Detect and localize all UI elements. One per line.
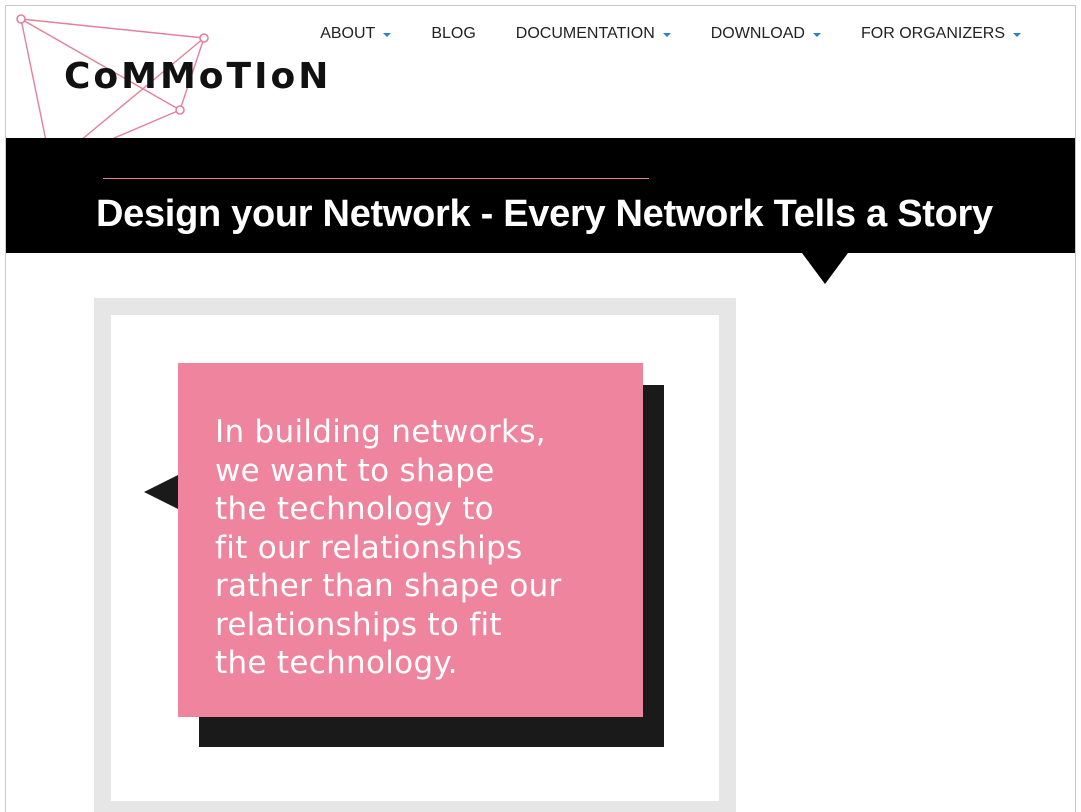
featured-image: In building networks, we want to shape t…	[111, 315, 719, 801]
page-title: Design your Network - Every Network Tell…	[96, 193, 993, 235]
nav-item-label: DOWNLOAD	[710, 25, 805, 42]
site-header: CoMMoTIoN ABOUT BLOG DOCUMENTATION DOWNL…	[6, 6, 1075, 170]
featured-image-frame: In building networks, we want to shape t…	[94, 298, 736, 812]
nav-item-download[interactable]: DOWNLOAD	[691, 25, 841, 43]
nav-item-for-organizers[interactable]: FOR ORGANIZERS	[841, 25, 1041, 43]
site-logo[interactable]: CoMMoTIoN	[64, 56, 331, 97]
caret-down-icon	[662, 33, 671, 37]
speech-bubble-tail	[144, 475, 178, 509]
caret-down-icon	[812, 33, 821, 37]
nav-item-about[interactable]: ABOUT	[300, 25, 411, 43]
nav-item-label: FOR ORGANIZERS	[860, 25, 1005, 42]
main-nav: ABOUT BLOG DOCUMENTATION DOWNLOAD FOR OR…	[300, 25, 1041, 43]
nav-item-label: ABOUT	[320, 25, 376, 42]
quote-box: In building networks, we want to shape t…	[178, 363, 643, 717]
caret-down-icon	[1013, 33, 1021, 37]
nav-item-label: DOCUMENTATION	[515, 25, 655, 42]
quote-text: In building networks, we want to shape t…	[215, 414, 562, 681]
nav-item-blog[interactable]: BLOG	[411, 25, 495, 43]
nav-item-label: BLOG	[431, 25, 476, 42]
nav-item-documentation[interactable]: DOCUMENTATION	[496, 25, 691, 43]
banner-divider	[103, 178, 649, 179]
banner-pointer-arrow	[802, 253, 848, 284]
page-title-banner: Design your Network - Every Network Tell…	[6, 138, 1075, 253]
caret-down-icon	[383, 33, 392, 37]
page-frame: CoMMoTIoN ABOUT BLOG DOCUMENTATION DOWNL…	[5, 5, 1076, 812]
